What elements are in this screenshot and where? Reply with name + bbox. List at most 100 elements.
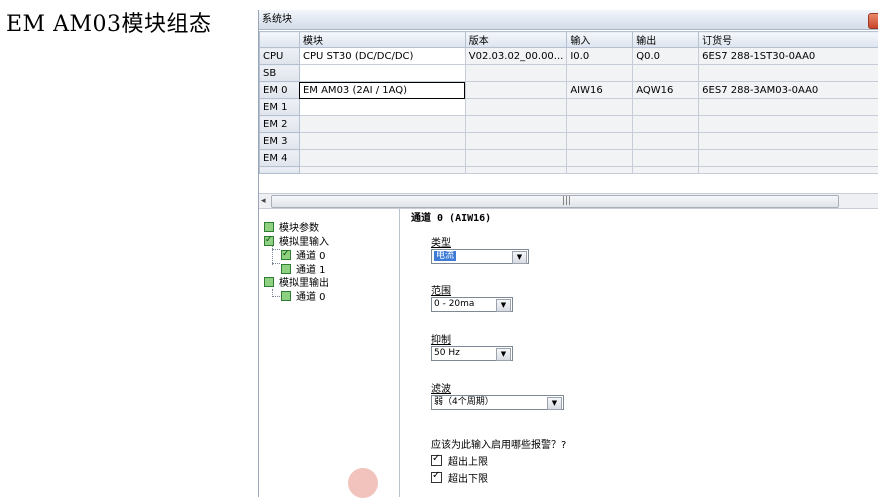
tree-item-label: 通道 0 bbox=[296, 292, 326, 303]
col-header-slot bbox=[260, 32, 300, 48]
table-row[interactable]: CPU CPU ST30 (DC/DC/DC) V02.03.02_00.00.… bbox=[260, 48, 878, 65]
row-slot: EM 0 bbox=[260, 82, 300, 99]
suppression-label: 抑制 bbox=[431, 331, 451, 346]
horizontal-scrollbar[interactable]: ◂ ||| bbox=[259, 193, 878, 209]
output-cell: Q0.0 bbox=[633, 48, 699, 65]
module-cell[interactable] bbox=[299, 99, 465, 116]
module-cell[interactable] bbox=[299, 116, 465, 133]
tree-item-label: 通道 1 bbox=[296, 265, 326, 276]
alarm-lower-checkbox[interactable]: 超出下限 bbox=[431, 470, 488, 485]
tree-node-icon bbox=[264, 277, 274, 287]
filter-value: 弱（4个周期） bbox=[434, 397, 494, 407]
checkbox-checked-icon[interactable] bbox=[431, 455, 442, 466]
module-table: 模块 版本 输入 输出 订货号 CPU CPU ST30 (DC/DC/DC) … bbox=[259, 31, 878, 174]
input-cell bbox=[567, 133, 633, 150]
col-header-input: 输入 bbox=[567, 32, 633, 48]
system-block-window: 系统块 模块 版本 输入 输出 订货号 CPU CPU ST30 (DC/DC/… bbox=[258, 10, 878, 497]
input-cell: I0.0 bbox=[567, 48, 633, 65]
version-cell bbox=[465, 82, 567, 99]
input-cell bbox=[567, 99, 633, 116]
module-cell[interactable] bbox=[299, 150, 465, 167]
range-select[interactable]: 0 - 20ma ▼ bbox=[431, 297, 513, 312]
scroll-left-icon[interactable]: ◂ bbox=[261, 194, 266, 208]
order-cell bbox=[699, 150, 878, 167]
version-cell bbox=[465, 65, 567, 82]
table-row[interactable]: EM 0 EM AM03 (2AI / 1AQ) AIW16 AQW16 6ES… bbox=[260, 82, 878, 99]
tree-item-input-channel-1[interactable]: 通道 1 bbox=[281, 264, 326, 276]
parameter-tree: 模块参数 模拟里输入 通道 0 通道 1 模拟里输出 通道 0 bbox=[259, 209, 400, 497]
tree-node-icon bbox=[264, 222, 274, 232]
cursor-highlight bbox=[348, 468, 378, 498]
range-value: 0 - 20ma bbox=[434, 299, 474, 309]
module-cell[interactable]: EM AM03 (2AI / 1AQ) bbox=[299, 82, 465, 99]
chevron-down-icon[interactable]: ▼ bbox=[547, 397, 562, 410]
output-cell bbox=[633, 65, 699, 82]
tree-item-label: 模拟里输出 bbox=[279, 278, 329, 289]
table-row[interactable]: EM 4 bbox=[260, 150, 878, 167]
checkbox-checked-icon[interactable] bbox=[431, 472, 442, 483]
version-cell: V02.03.02_00.00... bbox=[465, 48, 567, 65]
row-slot: EM 1 bbox=[260, 99, 300, 116]
type-select[interactable]: 电流 ▼ bbox=[431, 249, 529, 264]
table-header-row: 模块 版本 输入 输出 订货号 bbox=[260, 32, 878, 48]
col-header-version: 版本 bbox=[465, 32, 567, 48]
table-row-partial bbox=[260, 167, 878, 174]
version-cell bbox=[465, 150, 567, 167]
order-cell bbox=[699, 116, 878, 133]
output-cell bbox=[633, 150, 699, 167]
slide-title: EM AM03模块组态 bbox=[6, 6, 212, 38]
row-slot: EM 3 bbox=[260, 133, 300, 150]
row-slot: CPU bbox=[260, 48, 300, 65]
tree-node-icon bbox=[281, 264, 291, 274]
chevron-down-icon[interactable]: ▼ bbox=[496, 348, 511, 361]
order-cell bbox=[699, 133, 878, 150]
order-cell: 6ES7 288-1ST30-0AA0 bbox=[699, 48, 878, 65]
alarm-question: 应该为此输入启用哪些报警？? bbox=[431, 436, 566, 451]
module-cell[interactable] bbox=[299, 65, 465, 82]
scrollbar-grip: ||| bbox=[562, 196, 571, 207]
chevron-down-icon[interactable]: ▼ bbox=[512, 251, 527, 264]
order-cell bbox=[699, 99, 878, 116]
chevron-down-icon[interactable]: ▼ bbox=[496, 299, 511, 312]
alarm-upper-label: 超出上限 bbox=[448, 457, 488, 468]
filter-label: 滤波 bbox=[431, 380, 451, 395]
tree-item-label: 通道 0 bbox=[296, 251, 326, 262]
table-row[interactable]: SB bbox=[260, 65, 878, 82]
table-row[interactable]: EM 2 bbox=[260, 116, 878, 133]
table-row[interactable]: EM 1 bbox=[260, 99, 878, 116]
tree-node-checked-icon bbox=[264, 236, 274, 246]
row-slot: EM 4 bbox=[260, 150, 300, 167]
version-cell bbox=[465, 99, 567, 116]
tree-item-analog-input[interactable]: 模拟里输入 bbox=[264, 236, 329, 248]
scrollbar-thumb[interactable]: ||| bbox=[271, 195, 839, 208]
close-icon[interactable] bbox=[868, 13, 878, 29]
tree-item-input-channel-0[interactable]: 通道 0 bbox=[281, 250, 326, 262]
tree-node-checked-icon bbox=[281, 250, 291, 260]
tree-item-label: 模块参数 bbox=[279, 223, 319, 234]
module-cell[interactable]: CPU ST30 (DC/DC/DC) bbox=[299, 48, 465, 65]
range-label: 范围 bbox=[431, 282, 451, 297]
alarm-upper-checkbox[interactable]: 超出上限 bbox=[431, 453, 488, 468]
tree-item-output-channel-0[interactable]: 通道 0 bbox=[281, 291, 326, 303]
version-cell bbox=[465, 133, 567, 150]
tree-item-module-params[interactable]: 模块参数 bbox=[264, 222, 319, 234]
input-cell bbox=[567, 116, 633, 133]
module-cell[interactable] bbox=[299, 133, 465, 150]
alarm-lower-label: 超出下限 bbox=[448, 474, 488, 485]
output-cell: AQW16 bbox=[633, 82, 699, 99]
input-cell bbox=[567, 65, 633, 82]
suppression-select[interactable]: 50 Hz ▼ bbox=[431, 346, 513, 361]
version-cell bbox=[465, 116, 567, 133]
output-cell bbox=[633, 133, 699, 150]
type-value: 电流 bbox=[434, 251, 456, 261]
input-cell: AIW16 bbox=[567, 82, 633, 99]
order-cell bbox=[699, 65, 878, 82]
table-row[interactable]: EM 3 bbox=[260, 133, 878, 150]
tree-item-label: 模拟里输入 bbox=[279, 237, 329, 248]
tree-item-analog-output[interactable]: 模拟里输出 bbox=[264, 277, 329, 289]
output-cell bbox=[633, 99, 699, 116]
row-slot: EM 2 bbox=[260, 116, 300, 133]
col-header-order-number: 订货号 bbox=[699, 32, 878, 48]
filter-select[interactable]: 弱（4个周期） ▼ bbox=[431, 395, 564, 410]
window-titlebar: 系统块 bbox=[259, 10, 878, 30]
